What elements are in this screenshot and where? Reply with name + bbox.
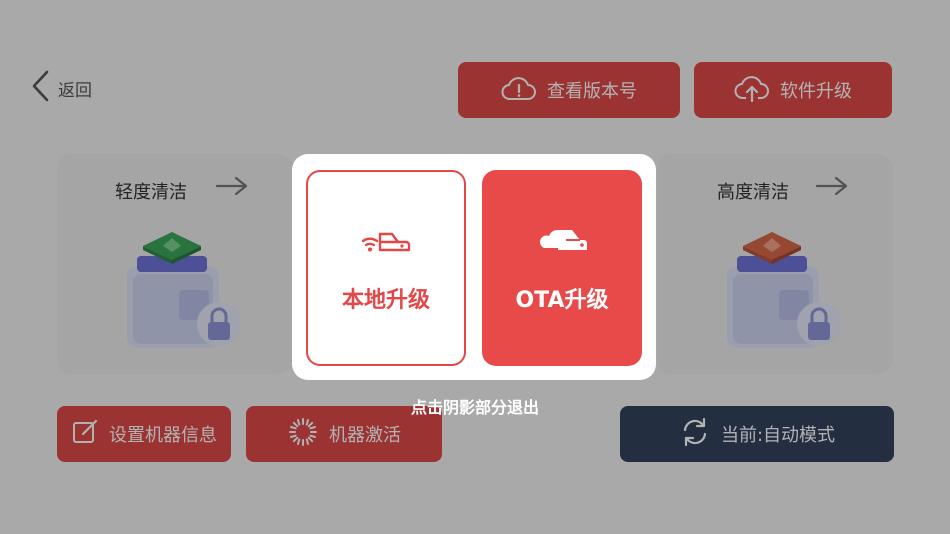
ota-upgrade-label: OTA升级 bbox=[515, 288, 609, 313]
upgrade-mode-dialog: 本地升级 OTA升级 bbox=[292, 154, 656, 380]
wifi-car-icon bbox=[360, 222, 412, 260]
ota-upgrade-button[interactable]: OTA升级 bbox=[482, 170, 642, 366]
local-upgrade-button[interactable]: 本地升级 bbox=[306, 170, 466, 366]
local-upgrade-label: 本地升级 bbox=[341, 288, 430, 313]
dismiss-hint: 点击阴影部分退出 bbox=[410, 398, 539, 417]
cloud-car-icon bbox=[536, 222, 588, 260]
